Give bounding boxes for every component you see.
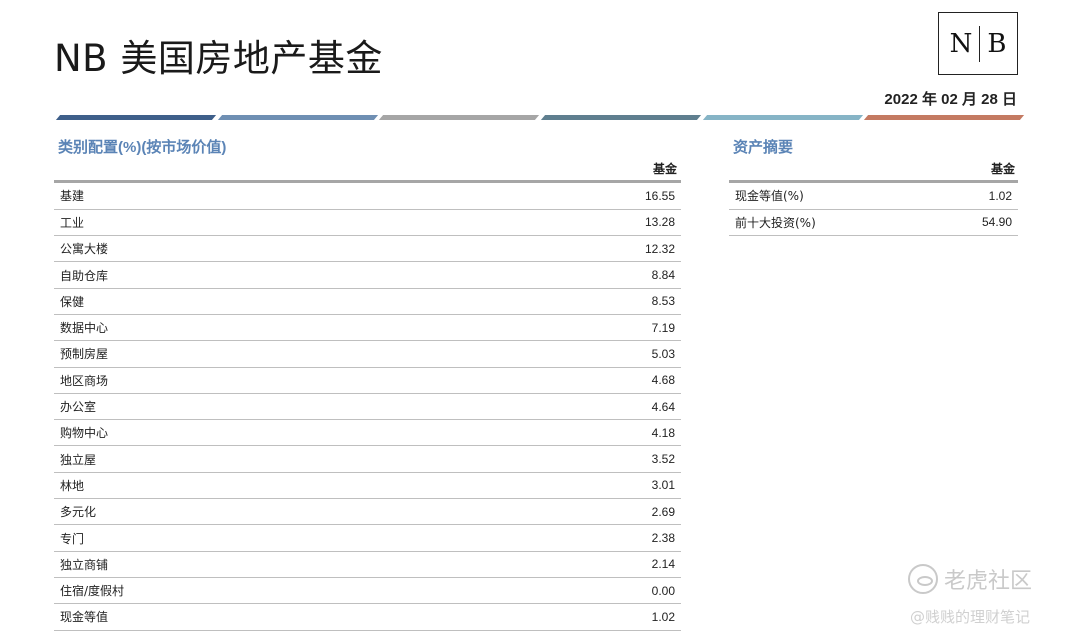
- fact-sheet-page: NB 美国房地产基金 N B 2022 年 02 月 28 日 类别配置(%)(…: [0, 0, 1080, 642]
- row-value: 1.02: [927, 183, 1018, 210]
- table-row: 公寓大楼 12.32: [54, 235, 681, 263]
- allocation-table: 基建 16.55 工业 13.28 公寓大楼 12.32 自助仓库 8.84 保健 8.53 数据中…: [54, 183, 681, 631]
- row-value: 2.69: [457, 498, 681, 526]
- row-value: 1.02: [457, 603, 681, 631]
- row-label: 多元化: [54, 498, 458, 526]
- row-label: 数据中心: [54, 314, 458, 342]
- row-value: 3.52: [457, 445, 681, 473]
- row-value: 5.03: [457, 340, 681, 368]
- row-value: 3.01: [457, 472, 681, 500]
- color-stripe-divider: [54, 115, 1025, 120]
- row-value: 7.19: [457, 314, 681, 342]
- row-value: 2.38: [457, 524, 681, 552]
- row-label: 前十大投资(%): [729, 209, 928, 237]
- row-label: 地区商场: [54, 367, 458, 394]
- table-row: 基建 16.55: [54, 183, 681, 210]
- row-value: 4.18: [457, 419, 681, 447]
- row-label: 自助仓库: [54, 261, 458, 289]
- summary-title: 资产摘要: [733, 139, 794, 156]
- allocation-title: 类别配置(%)(按市场价值): [58, 139, 227, 156]
- row-label: 专门: [54, 524, 458, 552]
- tiger-logo-icon: [908, 564, 938, 594]
- row-value: 54.90: [927, 209, 1018, 237]
- table-row: 工业 13.28: [54, 209, 681, 237]
- watermark-author: @贱贱的理财笔记: [910, 608, 1031, 626]
- table-row: 现金等值 1.02: [54, 603, 681, 631]
- row-label: 现金等值(%): [729, 183, 928, 210]
- row-value: 12.32: [457, 235, 681, 263]
- table-row: 独立商铺 2.14: [54, 551, 681, 578]
- stripe-segment: [55, 115, 217, 120]
- row-value: 0.00: [457, 577, 681, 605]
- watermark-brand-text: 老虎社区: [944, 569, 1033, 594]
- watermark-brand: 老虎社区: [908, 563, 1032, 595]
- row-label: 工业: [54, 209, 458, 237]
- row-value: 16.55: [457, 183, 681, 210]
- page-title: NB 美国房地产基金: [54, 37, 383, 80]
- row-label: 公寓大楼: [54, 235, 458, 263]
- row-label: 现金等值: [54, 603, 458, 631]
- table-row: 自助仓库 8.84: [54, 261, 681, 289]
- table-row: 独立屋 3.52: [54, 445, 681, 473]
- row-label: 保健: [54, 288, 458, 315]
- row-value: 2.14: [457, 551, 681, 578]
- table-row: 专门 2.38: [54, 524, 681, 552]
- table-row: 现金等值(%) 1.02: [729, 183, 1018, 210]
- table-row: 前十大投资(%) 54.90: [729, 209, 1018, 237]
- table-row: 保健 8.53: [54, 288, 681, 315]
- table-row: 林地 3.01: [54, 472, 681, 500]
- stripe-segment: [702, 115, 864, 120]
- summary-table: 现金等值(%) 1.02 前十大投资(%) 54.90: [729, 183, 1018, 237]
- table-row: 多元化 2.69: [54, 498, 681, 526]
- stripe-segment: [863, 115, 1025, 120]
- row-label: 独立商铺: [54, 551, 458, 578]
- row-label: 独立屋: [54, 445, 458, 473]
- row-label: 林地: [54, 472, 458, 500]
- report-date: 2022 年 02 月 28 日: [884, 91, 1017, 108]
- row-value: 4.68: [457, 367, 681, 394]
- nb-logo: N B: [938, 12, 1018, 75]
- allocation-column-header: 基金: [652, 162, 677, 176]
- table-row: 数据中心 7.19: [54, 314, 681, 342]
- row-value: 13.28: [457, 209, 681, 237]
- logo-letter-b: B: [987, 28, 1007, 59]
- table-row: 预制房屋 5.03: [54, 340, 681, 368]
- table-row: 住宿/度假村 0.00: [54, 577, 681, 605]
- row-label: 住宿/度假村: [54, 577, 458, 605]
- row-value: 8.53: [457, 288, 681, 315]
- table-row: 购物中心 4.18: [54, 419, 681, 447]
- row-label: 基建: [54, 183, 458, 210]
- logo-divider: [979, 25, 981, 62]
- stripe-segment: [217, 115, 379, 120]
- row-label: 办公室: [54, 393, 458, 421]
- stripe-segment: [378, 115, 540, 120]
- summary-column-header: 基金: [990, 162, 1015, 176]
- table-row: 办公室 4.64: [54, 393, 681, 421]
- row-label: 购物中心: [54, 419, 458, 447]
- table-row: 地区商场 4.68: [54, 367, 681, 394]
- row-value: 8.84: [457, 261, 681, 289]
- row-label: 预制房屋: [54, 340, 458, 368]
- stripe-segment: [540, 115, 702, 120]
- row-value: 4.64: [457, 393, 681, 421]
- logo-letter-n: N: [949, 28, 973, 59]
